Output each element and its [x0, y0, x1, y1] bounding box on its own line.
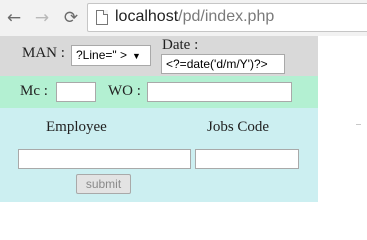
date-label: Date :: [162, 37, 199, 53]
submit-button[interactable]: submit: [76, 174, 131, 194]
man-label: MAN :: [22, 45, 65, 61]
wo-label: WO :: [108, 83, 141, 99]
employee-field[interactable]: [18, 149, 191, 169]
jobs-code-field[interactable]: [195, 149, 299, 169]
forward-arrow-icon[interactable]: →: [30, 6, 54, 30]
jobs-code-label: Jobs Code: [207, 119, 270, 135]
man-select-value: ?Line=" >: [76, 48, 127, 62]
mc-field[interactable]: [56, 82, 96, 102]
wo-field[interactable]: [147, 82, 292, 102]
mc-label: Mc :: [20, 83, 48, 99]
page-icon: [96, 10, 108, 25]
back-arrow-icon[interactable]: ←: [2, 6, 26, 30]
reload-icon[interactable]: ⟳: [59, 6, 83, 30]
url-text: localhost/pd/index.php: [115, 8, 274, 26]
divider: [356, 124, 361, 125]
address-bar[interactable]: localhost/pd/index.php: [87, 3, 367, 32]
url-host: localhost: [115, 8, 179, 25]
url-path: /pd/index.php: [178, 8, 275, 25]
browser-toolbar: ← → ⟳ localhost/pd/index.php: [0, 0, 367, 36]
employee-label: Employee: [46, 119, 107, 135]
man-select[interactable]: ?Line=" > ▼: [71, 45, 151, 66]
chevron-down-icon: ▼: [131, 51, 141, 61]
date-field[interactable]: [161, 54, 285, 74]
